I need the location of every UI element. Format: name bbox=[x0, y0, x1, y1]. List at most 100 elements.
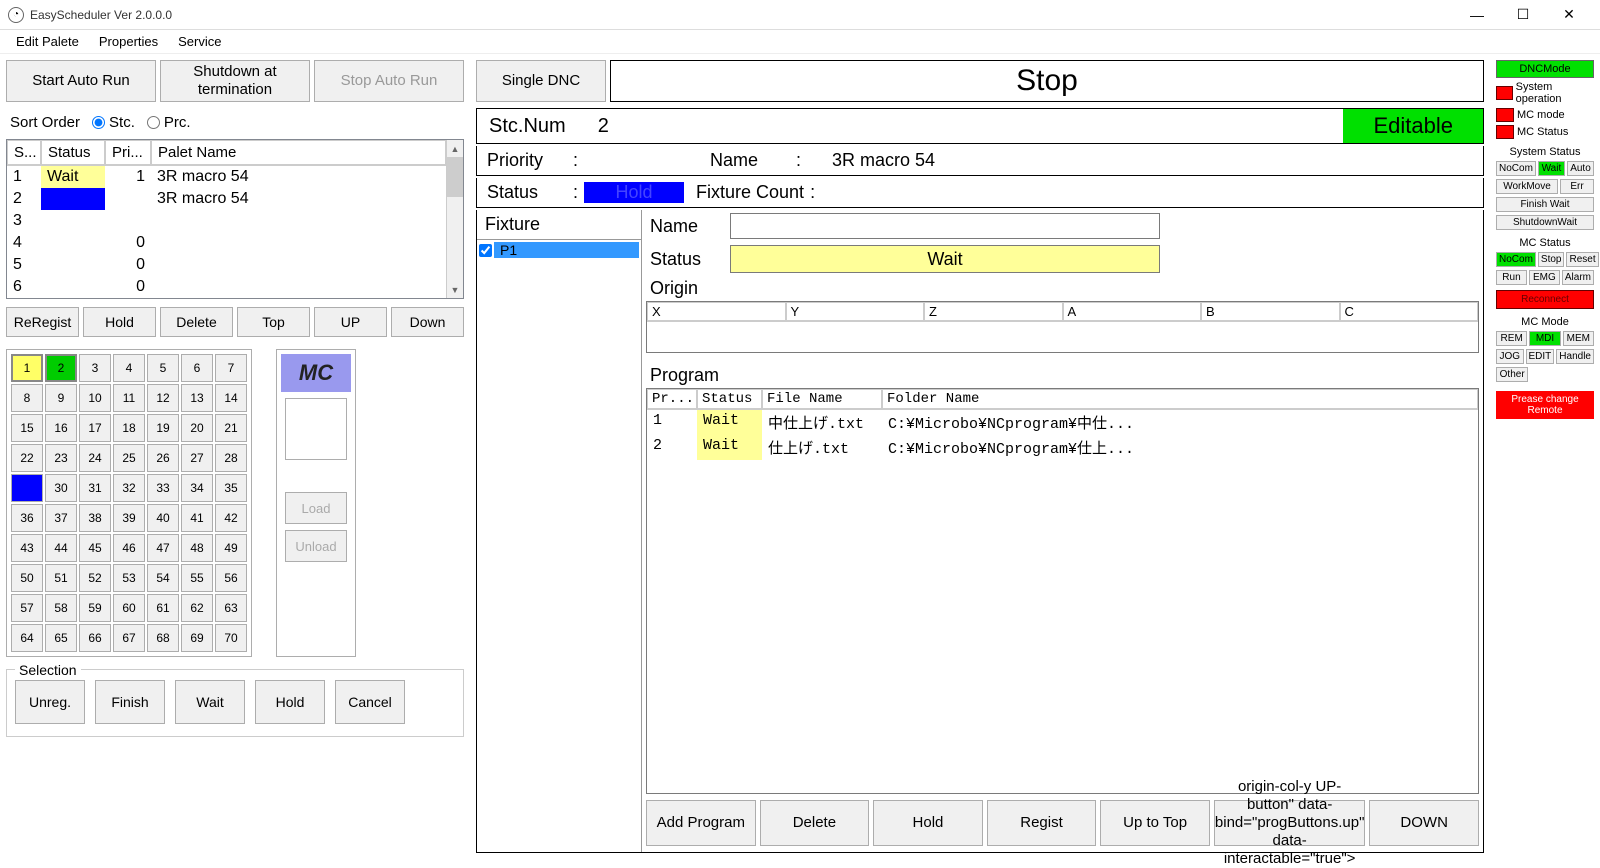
close-icon[interactable]: ✕ bbox=[1546, 0, 1592, 30]
stop-auto-run-button[interactable]: Stop Auto Run bbox=[314, 60, 464, 102]
mcm-mdi-button[interactable]: MDI bbox=[1529, 331, 1560, 346]
col-name[interactable]: Palet Name bbox=[151, 140, 446, 165]
stocker-6-button[interactable]: 6 bbox=[181, 354, 213, 382]
sel-unreg-button[interactable]: Unreg. bbox=[15, 680, 85, 724]
origin-col-a[interactable]: A bbox=[1063, 302, 1202, 321]
fixture-item[interactable]: P1 bbox=[479, 242, 639, 258]
stocker-24-button[interactable]: 24 bbox=[79, 444, 111, 472]
stocker-61-button[interactable]: 61 bbox=[147, 594, 179, 622]
stocker-45-button[interactable]: 45 bbox=[79, 534, 111, 562]
sys-nocom-button[interactable]: NoCom bbox=[1496, 161, 1536, 176]
mcm-rem-button[interactable]: REM bbox=[1496, 331, 1527, 346]
radio-prc[interactable]: Prc. bbox=[147, 114, 191, 131]
prog-col-folder[interactable]: Folder Name bbox=[882, 389, 1478, 409]
table-row[interactable]: 1Wait13R macro 54 bbox=[7, 166, 446, 188]
stocker-65-button[interactable]: 65 bbox=[45, 624, 77, 652]
stocker-58-button[interactable]: 58 bbox=[45, 594, 77, 622]
stocker-34-button[interactable]: 34 bbox=[181, 474, 213, 502]
stocker-48-button[interactable]: 48 bbox=[181, 534, 213, 562]
stocker-62-button[interactable]: 62 bbox=[181, 594, 213, 622]
stocker-51-button[interactable]: 51 bbox=[45, 564, 77, 592]
stocker-49-button[interactable]: 49 bbox=[215, 534, 247, 562]
table-row[interactable]: 60 bbox=[7, 276, 446, 298]
stocker-28-button[interactable]: 28 bbox=[215, 444, 247, 472]
stocker-67-button[interactable]: 67 bbox=[113, 624, 145, 652]
col-status[interactable]: Status bbox=[41, 140, 105, 165]
down-button[interactable]: Down bbox=[391, 307, 464, 337]
radio-stc[interactable]: Stc. bbox=[92, 114, 135, 131]
stocker-44-button[interactable]: 44 bbox=[45, 534, 77, 562]
detail-name-input[interactable] bbox=[730, 213, 1160, 239]
stocker-70-button[interactable]: 70 bbox=[215, 624, 247, 652]
stocker-56-button[interactable]: 56 bbox=[215, 564, 247, 592]
stocker-16-button[interactable]: 16 bbox=[45, 414, 77, 442]
stocker-14-button[interactable]: 14 bbox=[215, 384, 247, 412]
stocker-68-button[interactable]: 68 bbox=[147, 624, 179, 652]
stocker-52-button[interactable]: 52 bbox=[79, 564, 111, 592]
stocker-32-button[interactable]: 32 bbox=[113, 474, 145, 502]
mcs-reset-button[interactable]: Reset bbox=[1566, 252, 1598, 267]
stocker-47-button[interactable]: 47 bbox=[147, 534, 179, 562]
stocker-33-button[interactable]: 33 bbox=[147, 474, 179, 502]
stocker-15-button[interactable]: 15 bbox=[11, 414, 43, 442]
stocker-35-button[interactable]: 35 bbox=[215, 474, 247, 502]
origin-col-y[interactable]: Y bbox=[786, 302, 925, 321]
stocker-22-button[interactable]: 22 bbox=[11, 444, 43, 472]
stocker-26-button[interactable]: 26 bbox=[147, 444, 179, 472]
prog-hold-button[interactable]: Hold bbox=[873, 800, 983, 846]
add-program-button[interactable]: Add Program bbox=[646, 800, 756, 846]
origin-col-b[interactable]: B bbox=[1201, 302, 1340, 321]
mcm-jog-button[interactable]: JOG bbox=[1496, 349, 1524, 364]
stocker-21-button[interactable]: 21 bbox=[215, 414, 247, 442]
stocker-11-button[interactable]: 11 bbox=[113, 384, 145, 412]
mcm-other-button[interactable]: Other bbox=[1496, 367, 1528, 382]
stocker-57-button[interactable]: 57 bbox=[11, 594, 43, 622]
prog-col-status[interactable]: Status bbox=[697, 389, 762, 409]
stocker-18-button[interactable]: 18 bbox=[113, 414, 145, 442]
stocker-4-button[interactable]: 4 bbox=[113, 354, 145, 382]
prog-col-file[interactable]: File Name bbox=[762, 389, 882, 409]
mcs-nocom-button[interactable]: NoCom bbox=[1496, 252, 1536, 267]
mcm-mem-button[interactable]: MEM bbox=[1563, 331, 1594, 346]
stocker-59-button[interactable]: 59 bbox=[79, 594, 111, 622]
stocker-19-button[interactable]: 19 bbox=[147, 414, 179, 442]
origin-col-c[interactable]: C bbox=[1340, 302, 1479, 321]
col-s[interactable]: S... bbox=[7, 140, 41, 165]
sys-workmove-button[interactable]: WorkMove bbox=[1496, 179, 1558, 194]
stocker-23-button[interactable]: 23 bbox=[45, 444, 77, 472]
sys-err-button[interactable]: Err bbox=[1560, 179, 1594, 194]
stocker-40-button[interactable]: 40 bbox=[147, 504, 179, 532]
stocker-39-button[interactable]: 39 bbox=[113, 504, 145, 532]
scroll-down-icon[interactable]: ▼ bbox=[447, 281, 463, 298]
stocker-17-button[interactable]: 17 bbox=[79, 414, 111, 442]
table-row[interactable]: 50 bbox=[7, 254, 446, 276]
stocker-55-button[interactable]: 55 bbox=[181, 564, 213, 592]
mcs-stop-button[interactable]: Stop bbox=[1538, 252, 1565, 267]
sel-cancel-button[interactable]: Cancel bbox=[335, 680, 405, 724]
mcm-edit-button[interactable]: EDIT bbox=[1526, 349, 1555, 364]
stocker-50-button[interactable]: 50 bbox=[11, 564, 43, 592]
stocker-38-button[interactable]: 38 bbox=[79, 504, 111, 532]
sys-auto-button[interactable]: Auto bbox=[1567, 161, 1594, 176]
stocker-30-button[interactable]: 30 bbox=[45, 474, 77, 502]
start-auto-run-button[interactable]: Start Auto Run bbox=[6, 60, 156, 102]
stocker-7-button[interactable]: 7 bbox=[215, 354, 247, 382]
delete-button[interactable]: Delete bbox=[160, 307, 233, 337]
stocker-13-button[interactable]: 13 bbox=[181, 384, 213, 412]
unload-button[interactable]: Unload bbox=[285, 530, 347, 562]
shutdown-termination-button[interactable]: Shutdown at termination bbox=[160, 60, 310, 102]
mcs-emg-button[interactable]: EMG bbox=[1529, 270, 1560, 285]
stocker-27-button[interactable]: 27 bbox=[181, 444, 213, 472]
fixture-checkbox[interactable] bbox=[479, 244, 492, 257]
hold-button[interactable]: Hold bbox=[83, 307, 156, 337]
prog-regist-button[interactable]: Regist bbox=[987, 800, 1097, 846]
stocker-5-button[interactable]: 5 bbox=[147, 354, 179, 382]
stocker-10-button[interactable]: 10 bbox=[79, 384, 111, 412]
origin-col-z[interactable]: Z bbox=[924, 302, 1063, 321]
menu-edit-palete[interactable]: Edit Palete bbox=[8, 32, 87, 51]
prog-col-pr[interactable]: Pr... bbox=[647, 389, 697, 409]
stocker-1-button[interactable]: 1 bbox=[11, 354, 43, 382]
mcm-handle-button[interactable]: Handle bbox=[1556, 349, 1594, 364]
stocker-64-button[interactable]: 64 bbox=[11, 624, 43, 652]
col-pri[interactable]: Pri... bbox=[105, 140, 151, 165]
